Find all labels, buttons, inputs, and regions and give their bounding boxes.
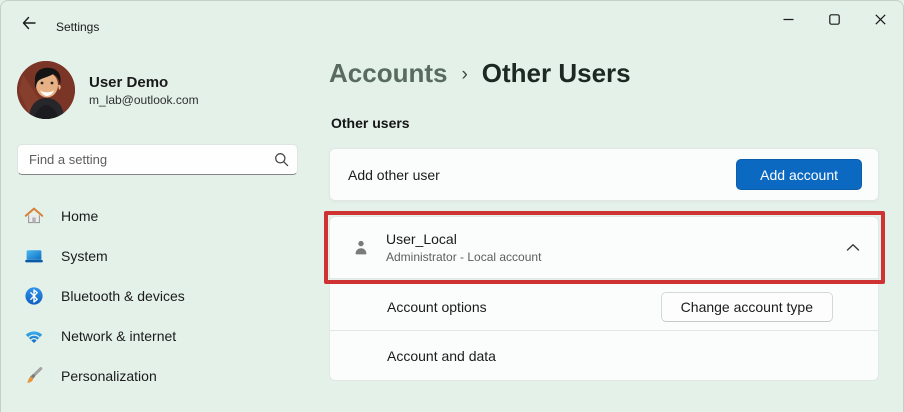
maximize-button[interactable]: [811, 1, 857, 37]
titlebar: Settings: [1, 1, 903, 41]
home-icon: [24, 206, 44, 226]
section-label: Other users: [331, 115, 410, 131]
bluetooth-icon: [24, 286, 44, 306]
account-options-row: Account options Change account type: [329, 283, 879, 331]
account-and-data-label: Account and data: [387, 348, 496, 364]
sidebar-item-label: Home: [61, 208, 98, 224]
network-icon: [24, 326, 44, 346]
breadcrumb-separator-icon: ›: [461, 64, 467, 86]
main-content: Accounts › Other Users Other users Add o…: [313, 41, 903, 412]
maximize-icon: [829, 14, 840, 25]
change-account-type-button[interactable]: Change account type: [661, 292, 833, 322]
breadcrumb: Accounts › Other Users: [329, 58, 631, 89]
personalization-icon: [24, 366, 44, 386]
user-local-expander[interactable]: User_Local Administrator - Local account: [329, 216, 879, 279]
close-icon: [875, 14, 886, 25]
add-account-button[interactable]: Add account: [736, 159, 862, 190]
back-arrow-icon: [21, 15, 37, 31]
sidebar-nav: Home System: [6, 197, 306, 397]
sidebar-item-network[interactable]: Network & internet: [6, 317, 306, 354]
search-icon: [274, 152, 289, 167]
minimize-button[interactable]: [765, 1, 811, 37]
system-icon: [24, 246, 44, 266]
user-description: Administrator - Local account: [386, 250, 541, 264]
sidebar-item-bluetooth[interactable]: Bluetooth & devices: [6, 277, 306, 314]
sidebar-item-label: System: [61, 248, 108, 264]
back-button[interactable]: [13, 9, 45, 37]
account-name: User Demo: [89, 74, 168, 91]
avatar[interactable]: [17, 61, 75, 119]
search-input[interactable]: [29, 152, 274, 167]
page-title: Other Users: [482, 58, 631, 89]
sidebar-item-label: Personalization: [61, 368, 157, 384]
close-button[interactable]: [857, 1, 903, 37]
account-options-label: Account options: [387, 299, 487, 315]
window-title: Settings: [56, 20, 99, 34]
person-icon: [351, 238, 371, 258]
account-and-data-row: Account and data Remove: [329, 331, 879, 381]
sidebar-item-home[interactable]: Home: [6, 197, 306, 234]
sidebar-item-personalization[interactable]: Personalization: [6, 357, 306, 394]
sidebar: User Demo m_lab@outlook.com Home: [1, 41, 313, 412]
add-other-user-label: Add other user: [348, 167, 440, 183]
window-controls: [765, 1, 903, 37]
user-name: User_Local: [386, 231, 541, 247]
account-email: m_lab@outlook.com: [89, 93, 199, 107]
sidebar-item-label: Network & internet: [61, 328, 176, 344]
sidebar-item-label: Bluetooth & devices: [61, 288, 185, 304]
sidebar-item-system[interactable]: System: [6, 237, 306, 274]
search-box[interactable]: [17, 144, 298, 175]
settings-window: Settings: [0, 0, 904, 412]
add-other-user-card: Add other user Add account: [329, 148, 879, 201]
minimize-icon: [783, 14, 794, 25]
breadcrumb-accounts[interactable]: Accounts: [329, 58, 447, 89]
chevron-up-icon: [846, 243, 860, 252]
